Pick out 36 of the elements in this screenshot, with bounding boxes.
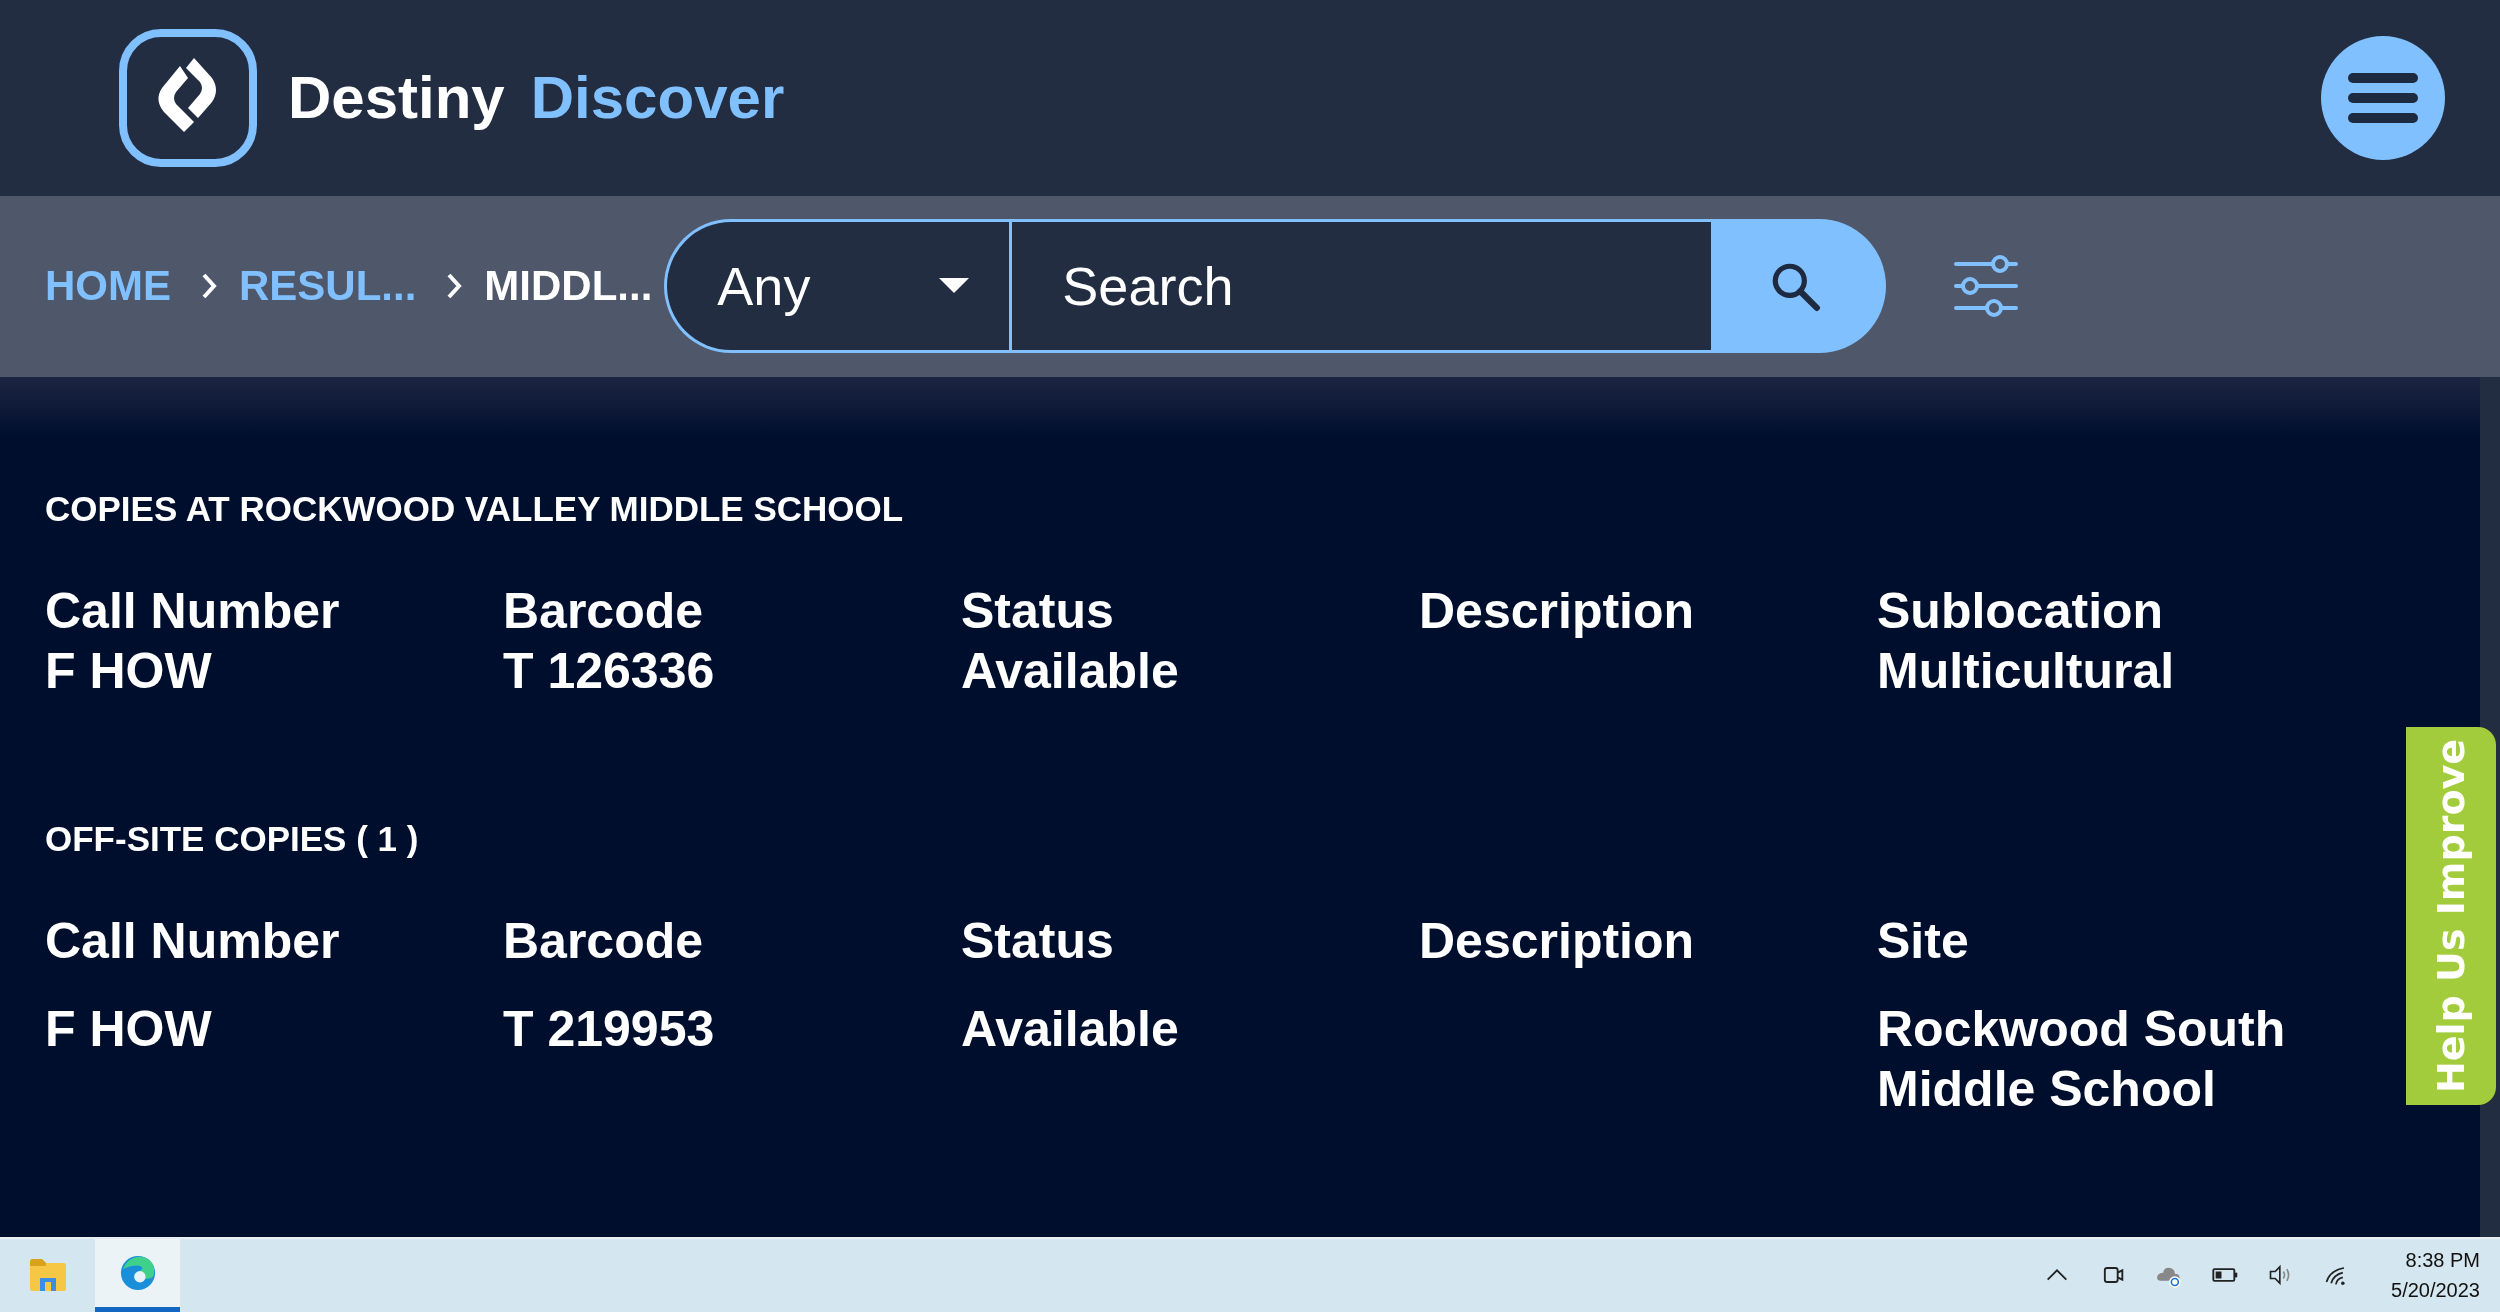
search-button[interactable] [1714,219,1887,354]
breadcrumb-link[interactable]: RESUL... [239,262,417,311]
cell-value: T 219953 [503,999,716,1059]
column-header: Call Number [45,911,341,971]
column-header: Status [961,911,1115,971]
cell-value: F HOW [45,641,213,701]
cell-value: F HOW [45,999,213,1059]
logo-icon[interactable] [118,27,258,168]
clock-time[interactable]: 8:38 PM [2405,1245,2480,1276]
caret-icon [939,278,970,295]
scope-dropdown[interactable]: Any [664,219,1010,354]
cell-value: Rockwood South Middle School [1877,999,2287,1119]
column-header: Call Number [45,581,341,641]
cell-value: Available [961,641,1180,701]
brand-name: Discover [530,63,785,133]
clock-date[interactable]: 5/20/2023 [2391,1275,2480,1306]
search-field[interactable]: Search [1009,219,1715,354]
chevron-icon [201,272,217,301]
column-header: Description [1419,581,1696,641]
chevron-icon [446,272,463,301]
column-header: Site [1877,911,1970,971]
column-header: Barcode [503,581,705,641]
column-header: Status [961,581,1115,641]
breadcrumb-link[interactable]: MIDDL... [484,262,653,311]
column-header: Barcode [503,911,705,971]
cell-value: T 126336 [503,641,716,701]
cell-value: Multicultural [1877,641,2176,701]
cell-value: Available [961,999,1180,1059]
column-header: Sublocation [1877,581,2165,641]
section-title: COPIES AT ROCKWOOD VALLEY MIDDLE SCHOOL [45,488,905,529]
brand-name: Destiny [288,63,505,133]
breadcrumb-link[interactable]: HOME [45,262,171,311]
column-header: Description [1419,911,1696,971]
taskbar-app[interactable] [95,1238,180,1312]
filter-icon[interactable] [1954,254,2019,319]
menu-icon [2348,72,2418,123]
